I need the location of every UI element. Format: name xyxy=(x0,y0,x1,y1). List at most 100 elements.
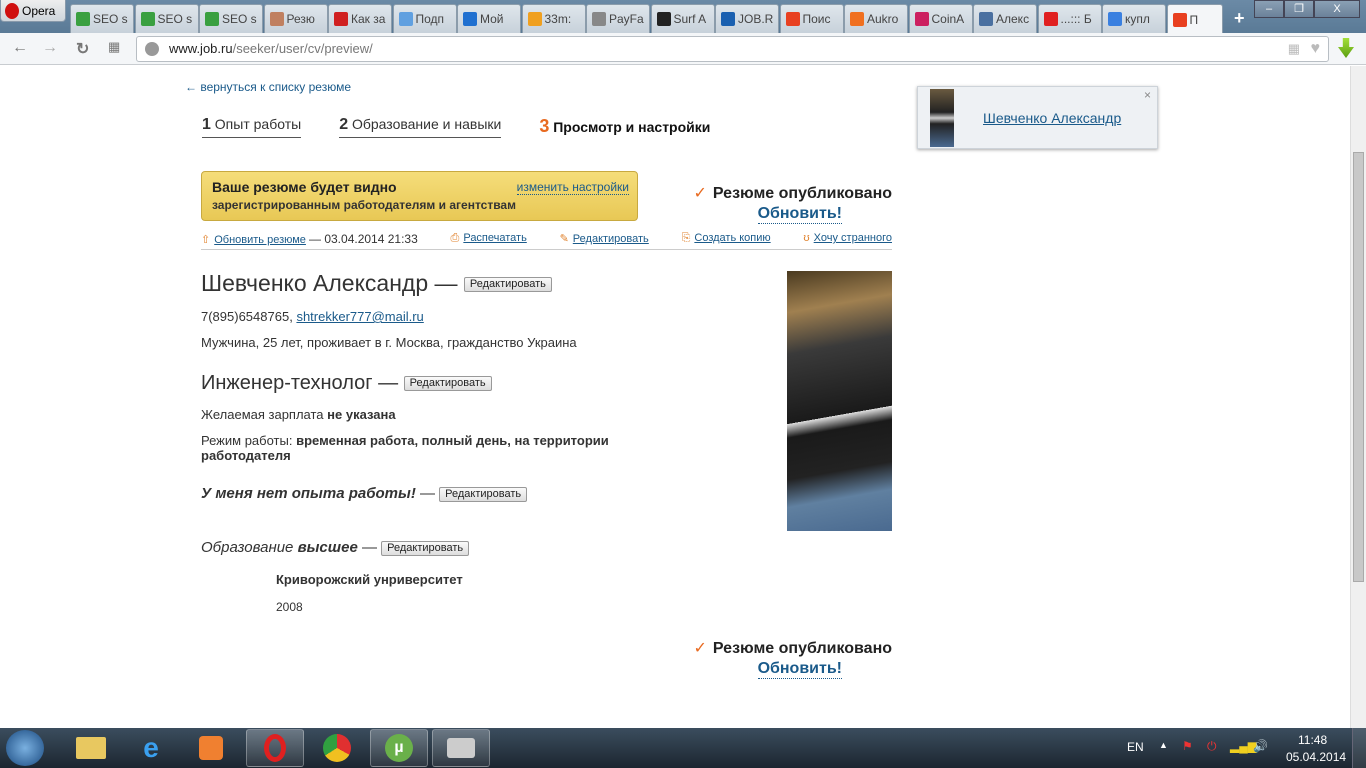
update-button[interactable]: Обновить! xyxy=(757,205,842,224)
power-icon[interactable]: ⏻ xyxy=(1207,739,1217,754)
show-hidden-icons[interactable]: ▲ xyxy=(1159,740,1168,750)
opera-taskbar-icon[interactable] xyxy=(246,729,304,767)
graduation-year: 2008 xyxy=(276,600,303,614)
utorrent-icon[interactable]: µ xyxy=(370,729,428,767)
bunny-icon: ʊ xyxy=(803,232,810,244)
back-button[interactable]: ← xyxy=(12,39,28,57)
browser-tab[interactable]: Алекс xyxy=(973,4,1037,33)
scrollbar-thumb[interactable] xyxy=(1353,152,1364,582)
job-icon xyxy=(1172,12,1187,27)
show-desktop-button[interactable] xyxy=(1352,728,1366,768)
strange-link[interactable]: Хочу странного xyxy=(814,232,892,244)
chrome-icon[interactable] xyxy=(308,729,366,767)
browser-tab[interactable]: 33m: xyxy=(521,4,586,33)
action-center-icon[interactable]: ⚑ xyxy=(1182,739,1193,753)
seo-icon xyxy=(140,12,155,26)
back-to-resumes-link[interactable]: ← вернуться к списку резюме xyxy=(185,80,351,94)
scrollbar[interactable] xyxy=(1350,66,1366,728)
language-indicator[interactable]: EN xyxy=(1127,740,1144,754)
speed-dial-icon[interactable]: ▦ xyxy=(108,39,120,55)
cube-icon xyxy=(463,12,477,26)
opera-menu-button[interactable]: Opera xyxy=(0,0,66,22)
coina-icon xyxy=(914,12,929,26)
reload-button[interactable]: ↻ xyxy=(76,39,89,59)
user-name-link[interactable]: Шевченко Александр xyxy=(983,110,1121,126)
download-icon[interactable] xyxy=(1338,38,1354,58)
check-icon: ✓ xyxy=(693,185,707,202)
clock-date[interactable]: 05.04.2014 xyxy=(1286,750,1346,764)
vk-icon xyxy=(979,12,993,26)
contacts: 7(895)6548765, shtrekker777@mail.ru xyxy=(201,309,424,324)
browser-tab[interactable]: П xyxy=(1166,4,1223,34)
browser-tab[interactable]: Подп xyxy=(392,4,457,33)
copy-icon: ⎘ xyxy=(681,232,691,244)
taskbar: e µ EN ▲ ⚑ ⏻ ▂▄▆ 🔊 11:48 05.04.2014 xyxy=(0,728,1366,768)
print-link[interactable]: Распечатать xyxy=(463,232,526,244)
close-window-button[interactable]: X xyxy=(1314,0,1360,18)
browser-tab[interactable]: Поис xyxy=(779,4,844,33)
edit-education-button[interactable]: Редактировать xyxy=(381,540,470,556)
email-link[interactable]: shtrekker777@mail.ru xyxy=(296,309,423,324)
browser-tab[interactable]: купл xyxy=(1102,4,1166,33)
browser-tab[interactable]: Surf A xyxy=(650,4,715,33)
browser-tab[interactable]: PayFa xyxy=(586,4,650,33)
profile-photo xyxy=(787,271,892,531)
ie-icon[interactable]: e xyxy=(122,729,180,767)
published-status-bottom: ✓ Резюме опубликовано Обновить! xyxy=(693,640,892,679)
browser-tab[interactable]: Aukro xyxy=(844,4,908,33)
resume-name-heading: Шевченко Александр — Редактировать xyxy=(201,270,552,297)
browser-tab[interactable]: ...::: Б xyxy=(1037,4,1102,33)
browser-tab[interactable]: Мой xyxy=(457,4,521,33)
heart-icon xyxy=(398,12,413,26)
university: Криворожский унриверситет xyxy=(276,572,463,587)
resume-actions: ⇧ Обновить резюме — 03.04.2014 21:33 ⎙ Рас… xyxy=(201,232,892,250)
edit-name-button[interactable]: Редактировать xyxy=(463,277,552,293)
edit-link[interactable]: Редактировать xyxy=(573,233,649,245)
browser-tab[interactable]: CoinA xyxy=(908,4,973,33)
check-icon: ✓ xyxy=(693,640,707,657)
media-player-icon[interactable] xyxy=(182,729,240,767)
browser-tab[interactable]: SEO s xyxy=(199,4,263,33)
browser-tab[interactable]: Как за xyxy=(328,4,392,33)
at-icon xyxy=(721,12,735,26)
bitcoin-icon xyxy=(527,12,542,26)
aukro-icon xyxy=(850,12,864,26)
browser-tab[interactable]: Резю xyxy=(263,4,328,33)
browser-tab[interactable]: SEO s xyxy=(134,4,199,33)
edit-position-button[interactable]: Редактировать xyxy=(403,376,492,392)
camera-app-icon[interactable] xyxy=(432,729,490,767)
experience-heading: У меня нет опыта работы! — Редактировать xyxy=(201,485,528,502)
clock-time[interactable]: 11:48 xyxy=(1298,733,1327,747)
copy-link[interactable]: Создать копию xyxy=(694,232,770,244)
restore-button[interactable]: ❐ xyxy=(1284,0,1314,18)
google-icon xyxy=(1108,12,1122,26)
education-heading: Образование высшее — Редактировать xyxy=(201,539,470,556)
address-bar[interactable]: www.job.ru/seeker/user/cv/preview/ ▦ ♥ xyxy=(136,36,1329,62)
step-experience[interactable]: 1 Опыт работы xyxy=(202,116,302,138)
browser-tab[interactable]: SEO s xyxy=(70,4,134,33)
refresh-resume-link[interactable]: Обновить резюме xyxy=(214,234,306,246)
browser-tab[interactable]: JOB.R xyxy=(715,4,779,33)
bookmark-heart-icon[interactable]: ♥ xyxy=(1311,37,1321,61)
start-button[interactable] xyxy=(6,730,44,766)
step-education[interactable]: 2 Образование и навыки xyxy=(339,116,502,138)
steps-nav: 1 Опыт работы 2 Образование и навыки 3 П… xyxy=(202,116,710,138)
change-settings-link[interactable]: изменить настройки xyxy=(516,180,629,195)
opera-logo-icon xyxy=(5,2,19,19)
new-tab-button[interactable]: + xyxy=(1229,4,1255,33)
browser-toolbar: ← → ↻ ▦ www.job.ru/seeker/user/cv/previe… xyxy=(0,33,1366,65)
minimize-button[interactable]: – xyxy=(1254,0,1284,18)
volume-icon[interactable]: 🔊 xyxy=(1253,739,1268,753)
arrow-up-icon: ⇧ xyxy=(201,234,211,246)
edit-experience-button[interactable]: Редактировать xyxy=(439,486,528,502)
explorer-icon[interactable] xyxy=(62,729,120,767)
speed-dial-add-icon[interactable]: ▦ xyxy=(1288,37,1300,61)
personal-info: Мужчина, 25 лет, проживает в г. Москва, … xyxy=(201,335,577,350)
update-button-bottom[interactable]: Обновить! xyxy=(757,660,842,679)
visibility-box: Ваше резюме будет видно зарегистрированн… xyxy=(201,171,638,221)
work-mode: Режим работы: временная работа, полный д… xyxy=(201,433,609,463)
user-panel: Шевченко Александр × xyxy=(917,86,1158,149)
forward-button[interactable]: → xyxy=(42,39,58,57)
edit-doc-icon: ✎ xyxy=(559,233,569,245)
close-icon[interactable]: × xyxy=(1144,88,1151,102)
